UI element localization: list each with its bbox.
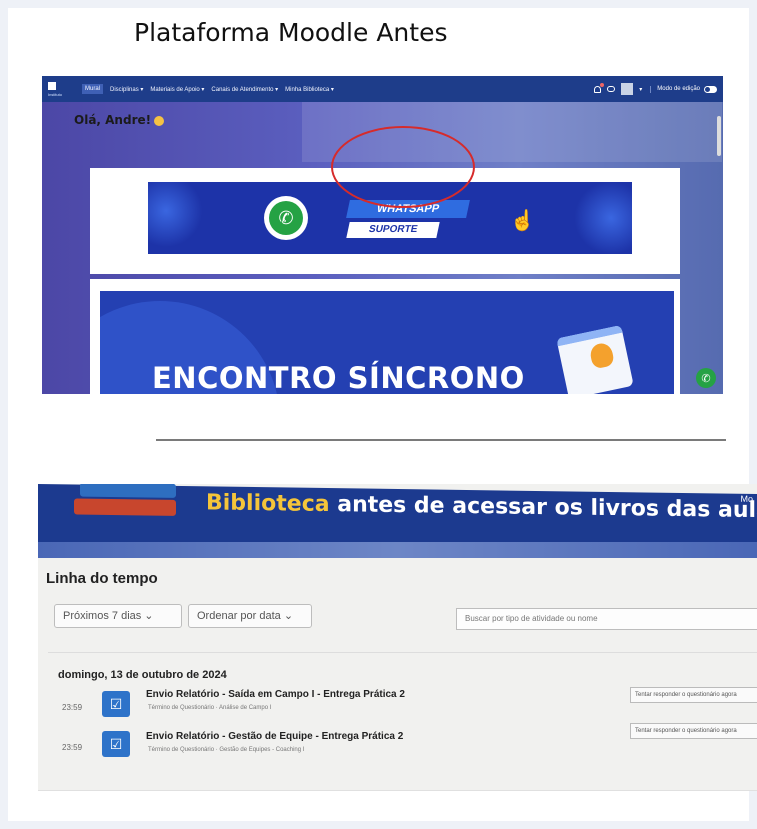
nav-item-disciplinas[interactable]: Disciplinas ▾ — [110, 86, 143, 93]
greeting-text: Olá, Andre! — [74, 113, 152, 127]
attempt-quiz-button[interactable]: Tentar responder o questionário agora — [630, 687, 757, 703]
nav-item-canais[interactable]: Canais de Atendimento ▾ — [211, 86, 278, 93]
book-shape — [74, 498, 176, 516]
screenshot-edge — [38, 790, 757, 791]
scrollbar[interactable] — [717, 116, 721, 156]
menu-fragment: Mo — [740, 493, 753, 504]
quiz-icon: ☑ — [102, 691, 130, 717]
library-banner-text: Biblioteca antes de acessar os livros da… — [206, 490, 757, 523]
user-avatar[interactable] — [621, 83, 634, 95]
event-time: 23:59 — [62, 703, 83, 712]
logo-text: Instituto — [48, 91, 63, 97]
quiz-icon: ☑ — [102, 731, 130, 757]
moodle-screenshot-before: Instituto Mural Disciplinas ▾ Materiais … — [42, 76, 723, 394]
floating-whatsapp-icon[interactable]: ✆ — [696, 368, 716, 388]
timeline-event: 23:59 ☑ Envio Relatório - Saída em Campo… — [38, 685, 757, 725]
pointer-hand-icon: ☝ — [510, 210, 535, 232]
nav-item-materiais[interactable]: Materiais de Apoio ▾ — [150, 86, 204, 93]
waving-hand-icon — [154, 115, 165, 126]
site-logo[interactable]: Instituto — [48, 80, 74, 98]
banner-stripe — [38, 542, 757, 558]
edit-mode-toggle[interactable] — [704, 85, 717, 93]
books-icon — [70, 484, 180, 526]
chevron-down-icon[interactable]: ▾ — [639, 86, 642, 93]
timeline-title: Linha do tempo — [46, 570, 158, 587]
event-time: 23:59 — [62, 743, 83, 752]
whatsapp-icon: ✆ — [264, 196, 308, 240]
nav-item-mural[interactable]: Mural — [82, 84, 104, 94]
logo-mark-icon — [48, 81, 56, 90]
top-navbar: Instituto Mural Disciplinas ▾ Materiais … — [42, 76, 723, 102]
event-subtitle: Término de Questionário · Análise de Cam… — [148, 705, 272, 711]
edit-mode-control[interactable]: Modo de edição — [650, 85, 717, 93]
event-title[interactable]: Envio Relatório - Gestão de Equipe - Ent… — [146, 731, 403, 742]
book-shape — [80, 484, 176, 498]
decorative-shape — [148, 182, 208, 254]
divider — [48, 652, 757, 653]
nav-icons: ▾ — [594, 82, 642, 95]
timeline-event: 23:59 ☑ Envio Relatório - Gestão de Equi… — [38, 723, 757, 765]
nav-item-biblioteca[interactable]: Minha Biblioteca ▾ — [285, 86, 334, 93]
day-heading: domingo, 13 de outubro de 2024 — [58, 669, 227, 681]
whatsapp-subtitle: SUPORTE — [346, 222, 440, 238]
banner-highlight: Biblioteca — [206, 490, 330, 518]
chat-icon[interactable] — [607, 86, 616, 92]
moodle-timeline-screenshot: Biblioteca antes de acessar os livros da… — [38, 484, 757, 790]
period-select[interactable]: Próximos 7 dias ⌄ — [54, 604, 182, 628]
greeting-heading: Olá, Andre! — [74, 113, 165, 127]
phone-icon: ✆ — [269, 201, 303, 235]
event-title[interactable]: Envio Relatório - Saída em Campo I - Ent… — [146, 689, 405, 700]
sort-select[interactable]: Ordenar por data ⌄ — [188, 604, 312, 628]
event-subtitle: Término de Questionário · Gestão de Equi… — [148, 747, 305, 753]
edit-mode-label: Modo de edição — [657, 86, 700, 92]
notification-bell-icon[interactable] — [594, 82, 605, 93]
annotation-ellipse — [331, 126, 475, 208]
encontro-heading: ENCONTRO SÍNCRONO — [152, 361, 525, 394]
banner-rest: antes de acessar os livros das aulas! — [329, 492, 757, 524]
section-divider — [156, 439, 726, 441]
decorative-shape — [562, 182, 632, 254]
attempt-quiz-button[interactable]: Tentar responder o questionário agora — [630, 723, 757, 739]
search-input[interactable]: Buscar por tipo de atividade ou nome — [456, 608, 757, 630]
calendar-bell-icon — [556, 324, 634, 394]
page-title: Plataforma Moodle Antes — [134, 18, 448, 47]
